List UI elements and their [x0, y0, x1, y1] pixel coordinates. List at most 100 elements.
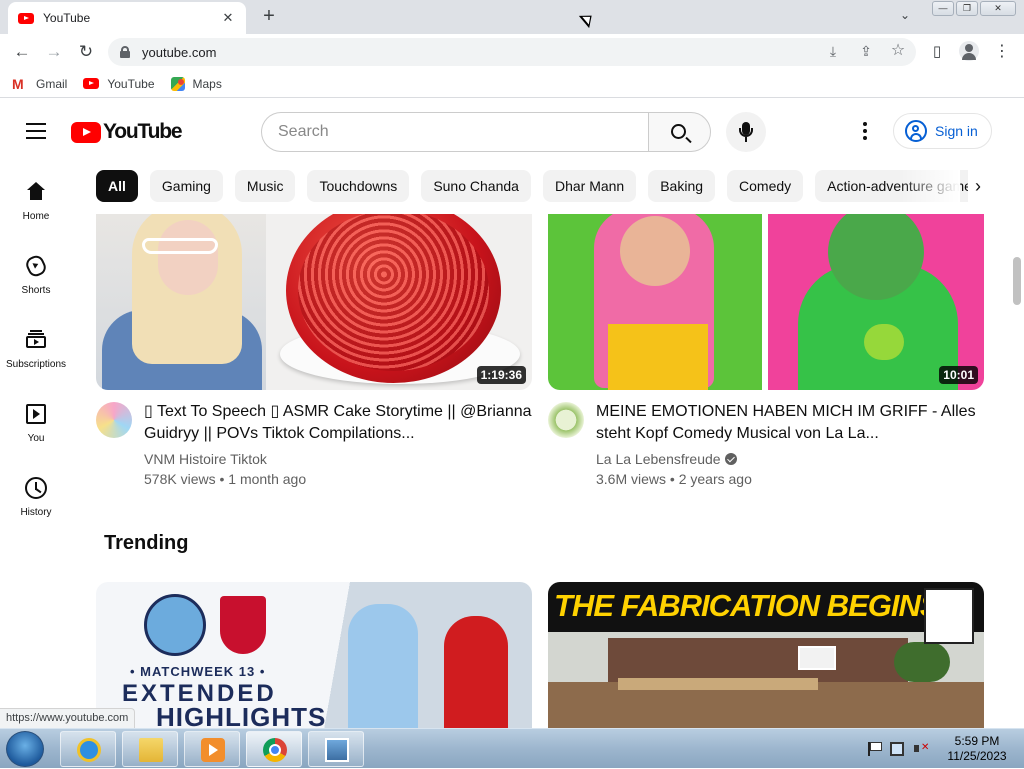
- sidebar-item-subscriptions[interactable]: Subscriptions: [0, 307, 72, 381]
- sidebar-item-label: Shorts: [21, 285, 51, 296]
- gmail-icon: [12, 76, 28, 92]
- search-input[interactable]: [261, 112, 648, 152]
- clock-time: 5:59 PM: [954, 734, 1000, 748]
- sidebar-item-label: Home: [22, 211, 50, 222]
- video-title[interactable]: ▯ Text To Speech ▯ ASMR Cake Storytime |…: [144, 401, 544, 445]
- sidebar-item-label: Subscriptions: [5, 359, 67, 370]
- filter-chip[interactable]: Gaming: [149, 170, 223, 202]
- sidebar-item-history[interactable]: History: [0, 455, 72, 529]
- youtube-favicon-icon: [18, 12, 34, 24]
- video-title[interactable]: MEINE EMOTIONEN HABEN MICH IM GRIFF - Al…: [596, 401, 976, 445]
- sidebar-item-you[interactable]: You: [0, 381, 72, 455]
- taskbar-photo-viewer[interactable]: [308, 731, 364, 767]
- taskbar-chrome[interactable]: [246, 731, 302, 767]
- tab-title: YouTube: [43, 11, 91, 25]
- youtube-logo[interactable]: YouTube: [71, 120, 183, 144]
- bookmark-youtube[interactable]: YouTube: [83, 76, 155, 91]
- internet-explorer-icon: [77, 738, 101, 762]
- minimize-button[interactable]: —: [932, 1, 954, 16]
- video-thumbnail[interactable]: 1:19:36: [96, 214, 532, 390]
- video-thumbnail[interactable]: • MATCHWEEK 13 • EXTENDED HIGHLIGHTS: [96, 582, 532, 728]
- thumbnail-text: HIGHLIGHTS: [156, 702, 327, 728]
- forward-button[interactable]: →: [44, 42, 64, 62]
- bookmark-label: YouTube: [107, 76, 155, 91]
- filter-chip[interactable]: Dhar Mann: [542, 170, 637, 202]
- video-duration: 10:01: [939, 366, 978, 384]
- man-city-crest-icon: [144, 594, 206, 656]
- bookmark-maps[interactable]: Maps: [170, 76, 222, 91]
- channel-name[interactable]: La La Lebensfreude: [596, 451, 737, 467]
- browser-titlebar: YouTube ✕ + ⌄ — ❐ ✕: [0, 0, 1024, 34]
- voice-search-button[interactable]: [726, 112, 766, 152]
- reload-button[interactable]: ↻: [76, 42, 96, 62]
- chevron-right-icon[interactable]: ›: [966, 174, 990, 198]
- url-text[interactable]: youtube.com: [142, 45, 216, 60]
- share-icon[interactable]: ⇪: [857, 42, 875, 60]
- browser-tab[interactable]: YouTube ✕: [8, 2, 246, 34]
- sidebar-item-label: You: [27, 433, 45, 444]
- channel-name-text[interactable]: La La Lebensfreude: [596, 451, 721, 467]
- taskbar-file-explorer[interactable]: [122, 731, 178, 767]
- account-icon: [905, 120, 927, 142]
- taskbar-media-player[interactable]: [184, 731, 240, 767]
- filter-chip[interactable]: Baking: [648, 170, 716, 202]
- tab-close-icon[interactable]: ✕: [220, 10, 236, 26]
- logo-text: YouTube: [103, 120, 183, 143]
- sign-in-button[interactable]: Sign in: [893, 113, 992, 149]
- clock[interactable]: 5:59 PM 11/25/2023: [942, 734, 1012, 764]
- volume-muted-icon[interactable]: [914, 742, 929, 756]
- video-thumbnail[interactable]: THE FABRICATION BEGINS: [548, 582, 984, 728]
- video-thumbnail[interactable]: 10:01: [548, 214, 984, 390]
- start-button[interactable]: [6, 731, 44, 767]
- shirt-icon: [924, 588, 974, 644]
- new-tab-button[interactable]: +: [258, 6, 280, 28]
- channel-name-text[interactable]: VNM Histoire Tiktok: [144, 451, 267, 467]
- verified-badge-icon: [724, 453, 737, 465]
- bookmark-gmail[interactable]: Gmail: [12, 76, 68, 92]
- youtube-play-icon: [71, 121, 101, 143]
- search-button[interactable]: [648, 112, 711, 152]
- channel-avatar[interactable]: [96, 402, 132, 438]
- taskbar-internet-explorer[interactable]: [60, 731, 116, 767]
- address-bar[interactable]: youtube.com: [108, 38, 916, 66]
- maximize-button[interactable]: ❐: [956, 1, 978, 16]
- folder-icon: [139, 738, 163, 762]
- side-panel-icon[interactable]: ▯: [927, 42, 947, 62]
- network-icon[interactable]: [890, 742, 904, 756]
- scrollbar-thumb[interactable]: [1013, 257, 1021, 305]
- sidebar-item-shorts[interactable]: Shorts: [0, 233, 72, 307]
- channel-name[interactable]: VNM Histoire Tiktok: [144, 451, 267, 467]
- settings-menu-icon[interactable]: [856, 120, 874, 142]
- chips-fade: [900, 170, 960, 202]
- youtube-header: YouTube Sign in: [0, 103, 1010, 159]
- browser-menu-icon[interactable]: ⋮: [992, 42, 1012, 62]
- liverpool-crest-icon: [220, 596, 266, 654]
- page-scrollbar[interactable]: [1010, 103, 1024, 727]
- chrome-icon: [263, 738, 287, 762]
- profile-avatar-icon[interactable]: [959, 41, 979, 61]
- filter-chip[interactable]: Music: [234, 170, 296, 202]
- video-meta: 578K views • 1 month ago: [144, 471, 307, 487]
- action-center-flag-icon[interactable]: [868, 742, 882, 756]
- window-controls: — ❐ ✕: [932, 1, 1016, 16]
- menu-icon[interactable]: [26, 123, 46, 139]
- you-icon: [26, 404, 46, 424]
- tab-search-icon[interactable]: ⌄: [896, 8, 914, 26]
- install-app-icon[interactable]: ⤓: [824, 42, 842, 60]
- link-status-bubble: https://www.youtube.com: [0, 708, 136, 728]
- back-button[interactable]: ←: [12, 42, 32, 62]
- youtube-icon: [83, 78, 100, 89]
- sidebar-item-home[interactable]: Home: [0, 159, 72, 233]
- search-bar: [261, 112, 711, 152]
- subscriptions-icon: [26, 330, 46, 348]
- filter-chip[interactable]: All: [96, 170, 138, 202]
- filter-chip[interactable]: Touchdowns: [307, 170, 410, 202]
- close-window-button[interactable]: ✕: [980, 1, 1016, 16]
- lock-icon[interactable]: [120, 46, 130, 58]
- bookmark-label: Gmail: [36, 76, 68, 91]
- channel-avatar[interactable]: [548, 402, 584, 438]
- bookmark-star-icon[interactable]: ☆: [889, 42, 907, 60]
- section-title-trending: Trending: [104, 532, 189, 554]
- filter-chip[interactable]: Suno Chanda: [421, 170, 531, 202]
- filter-chip[interactable]: Comedy: [727, 170, 804, 202]
